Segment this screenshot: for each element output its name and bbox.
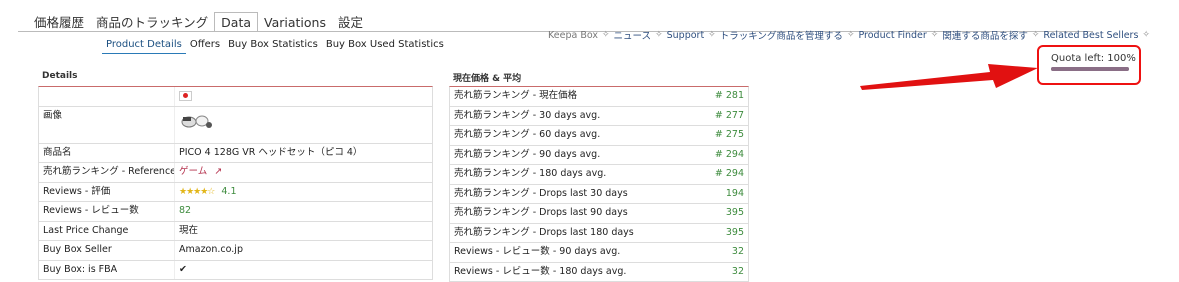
price-row-label: 売れ筋ランキング - Drops last 90 days bbox=[454, 204, 628, 223]
price-row-label: Reviews - レビュー数 - 180 days avg. bbox=[454, 263, 626, 282]
sparkle-icon: ✧ bbox=[655, 30, 663, 40]
quota-highlight-box: Quota left: 100% bbox=[1037, 45, 1141, 85]
top-tab-bar: 価格履歴 商品のトラッキング Data Variations 設定 bbox=[28, 12, 369, 32]
tab-settings[interactable]: 設定 bbox=[332, 13, 369, 32]
product-name: PICO 4 128G VR ヘッドセット（ピコ 4） bbox=[175, 144, 432, 163]
row-value bbox=[175, 107, 432, 143]
row-key bbox=[39, 87, 175, 106]
price-row-value: 32 bbox=[732, 243, 744, 262]
price-row-label: 売れ筋ランキング - 60 days avg. bbox=[454, 126, 600, 145]
table-row: 売れ筋ランキング - Drops last 30 days 194 bbox=[450, 185, 748, 205]
rating-value: 4.1 bbox=[221, 186, 236, 197]
row-value: ✔ bbox=[175, 261, 432, 280]
table-row: Reviews - レビュー数 - 90 days avg. 32 bbox=[450, 243, 748, 263]
jp-flag-icon bbox=[179, 91, 192, 101]
prices-title: 現在価格 & 平均 bbox=[453, 71, 521, 84]
price-row-value: 395 bbox=[726, 224, 744, 243]
price-row-value: # 277 bbox=[715, 107, 744, 126]
review-count: 82 bbox=[175, 202, 432, 221]
row-key: Reviews - 評価 bbox=[39, 183, 175, 202]
row-value: ゲーム ↗ bbox=[175, 163, 432, 182]
price-row-label: 売れ筋ランキング - 180 days avg. bbox=[454, 165, 606, 184]
price-row-value: # 294 bbox=[715, 146, 744, 165]
table-row: 売れ筋ランキング - 30 days avg. # 277 bbox=[450, 107, 748, 127]
row-value: ★★★★☆ 4.1 bbox=[175, 183, 432, 202]
table-row: Reviews - レビュー数 82 bbox=[39, 202, 432, 222]
nav-support[interactable]: Support bbox=[667, 30, 705, 41]
subtab-buy-box-used-statistics[interactable]: Buy Box Used Statistics bbox=[322, 36, 448, 53]
tab-variations[interactable]: Variations bbox=[258, 13, 332, 32]
nav-news[interactable]: ニュース bbox=[614, 28, 652, 42]
row-key: Buy Box: is FBA bbox=[39, 261, 175, 280]
category-link[interactable]: ゲーム bbox=[179, 166, 207, 177]
sparkle-icon: ✧ bbox=[931, 30, 939, 40]
table-row: 売れ筋ランキング - 現在価格 # 281 bbox=[450, 87, 748, 107]
nav-related-products[interactable]: 関連する商品を探す bbox=[942, 28, 1028, 42]
row-key: 売れ筋ランキング - Reference bbox=[39, 163, 175, 182]
external-link-icon[interactable]: ↗ bbox=[214, 166, 222, 177]
price-row-value: 194 bbox=[726, 185, 744, 204]
vr-headset-thumbnail-icon[interactable] bbox=[179, 107, 213, 133]
price-row-value: # 275 bbox=[715, 126, 744, 145]
nav-product-finder[interactable]: Product Finder bbox=[858, 30, 926, 41]
quota-bar bbox=[1051, 67, 1129, 71]
star-rating-icon: ★★★★☆ bbox=[179, 187, 214, 197]
row-key: Reviews - レビュー数 bbox=[39, 202, 175, 221]
row-key: 商品名 bbox=[39, 144, 175, 163]
table-row: Last Price Change 現在 bbox=[39, 222, 432, 242]
price-row-value: # 294 bbox=[715, 165, 744, 184]
sparkle-icon: ✧ bbox=[708, 30, 716, 40]
tab-data[interactable]: Data bbox=[214, 12, 258, 32]
quota-bar-fill bbox=[1051, 67, 1129, 71]
price-row-label: 売れ筋ランキング - 90 days avg. bbox=[454, 146, 600, 165]
price-row-label: 売れ筋ランキング - Drops last 30 days bbox=[454, 185, 628, 204]
row-value: Amazon.co.jp bbox=[175, 241, 432, 260]
row-value: 現在 bbox=[175, 222, 432, 241]
table-row: Reviews - 評価 ★★★★☆ 4.1 bbox=[39, 183, 432, 203]
right-nav: Keepa Box ✧ ニュース ✧ Support ✧ トラッキング商品を管理… bbox=[548, 28, 1154, 42]
tab-price-history[interactable]: 価格履歴 bbox=[28, 13, 90, 32]
table-row: Buy Box: is FBA ✔ bbox=[39, 261, 432, 281]
sub-tab-bar: Product Details Offers Buy Box Statistic… bbox=[102, 36, 448, 54]
nav-manage-tracking[interactable]: トラッキング商品を管理する bbox=[720, 28, 843, 42]
details-table: 画像 商品名 PICO 4 128G VR ヘッドセット（ピコ 4） 売れ筋ラン… bbox=[38, 86, 433, 280]
subtab-buy-box-statistics[interactable]: Buy Box Statistics bbox=[224, 36, 322, 53]
table-row: 売れ筋ランキング - 180 days avg. # 294 bbox=[450, 165, 748, 185]
checkmark-icon: ✔ bbox=[179, 264, 187, 275]
tab-product-tracking[interactable]: 商品のトラッキング bbox=[90, 13, 214, 32]
quota-label: Quota left: 100% bbox=[1051, 53, 1136, 64]
price-row-label: 売れ筋ランキング - 現在価格 bbox=[454, 87, 577, 106]
table-row: 売れ筋ランキング - Reference ゲーム ↗ bbox=[39, 163, 432, 183]
red-arrow-icon bbox=[860, 54, 1040, 94]
row-key: Buy Box Seller bbox=[39, 241, 175, 260]
table-row bbox=[39, 87, 432, 107]
nav-keepa-box[interactable]: Keepa Box bbox=[548, 30, 598, 41]
table-row: Reviews - レビュー数 - 180 days avg. 32 bbox=[450, 263, 748, 282]
price-row-label: Reviews - レビュー数 - 90 days avg. bbox=[454, 243, 620, 262]
table-row: 売れ筋ランキング - Drops last 180 days 395 bbox=[450, 224, 748, 244]
sparkle-icon: ✧ bbox=[602, 30, 610, 40]
price-row-value: # 281 bbox=[715, 87, 744, 106]
nav-related-best-sellers[interactable]: Related Best Sellers bbox=[1043, 30, 1138, 41]
row-value bbox=[175, 87, 432, 106]
price-row-value: 32 bbox=[732, 263, 744, 282]
table-row: 画像 bbox=[39, 107, 432, 144]
table-row: 売れ筋ランキング - Drops last 90 days 395 bbox=[450, 204, 748, 224]
subtab-product-details[interactable]: Product Details bbox=[102, 36, 186, 54]
row-key: 画像 bbox=[39, 107, 175, 143]
price-row-value: 395 bbox=[726, 204, 744, 223]
table-row: 商品名 PICO 4 128G VR ヘッドセット（ピコ 4） bbox=[39, 144, 432, 164]
sparkle-icon: ✧ bbox=[1032, 30, 1040, 40]
row-key: Last Price Change bbox=[39, 222, 175, 241]
price-row-label: 売れ筋ランキング - Drops last 180 days bbox=[454, 224, 634, 243]
table-row: 売れ筋ランキング - 90 days avg. # 294 bbox=[450, 146, 748, 166]
sparkle-icon: ✧ bbox=[1142, 30, 1150, 40]
sparkle-icon: ✧ bbox=[847, 30, 855, 40]
subtab-offers[interactable]: Offers bbox=[186, 36, 224, 53]
details-title: Details bbox=[42, 71, 77, 81]
prices-table: 売れ筋ランキング - 現在価格# 281売れ筋ランキング - 30 days a… bbox=[449, 86, 749, 282]
price-row-label: 売れ筋ランキング - 30 days avg. bbox=[454, 107, 600, 126]
table-row: Buy Box Seller Amazon.co.jp bbox=[39, 241, 432, 261]
table-row: 売れ筋ランキング - 60 days avg. # 275 bbox=[450, 126, 748, 146]
